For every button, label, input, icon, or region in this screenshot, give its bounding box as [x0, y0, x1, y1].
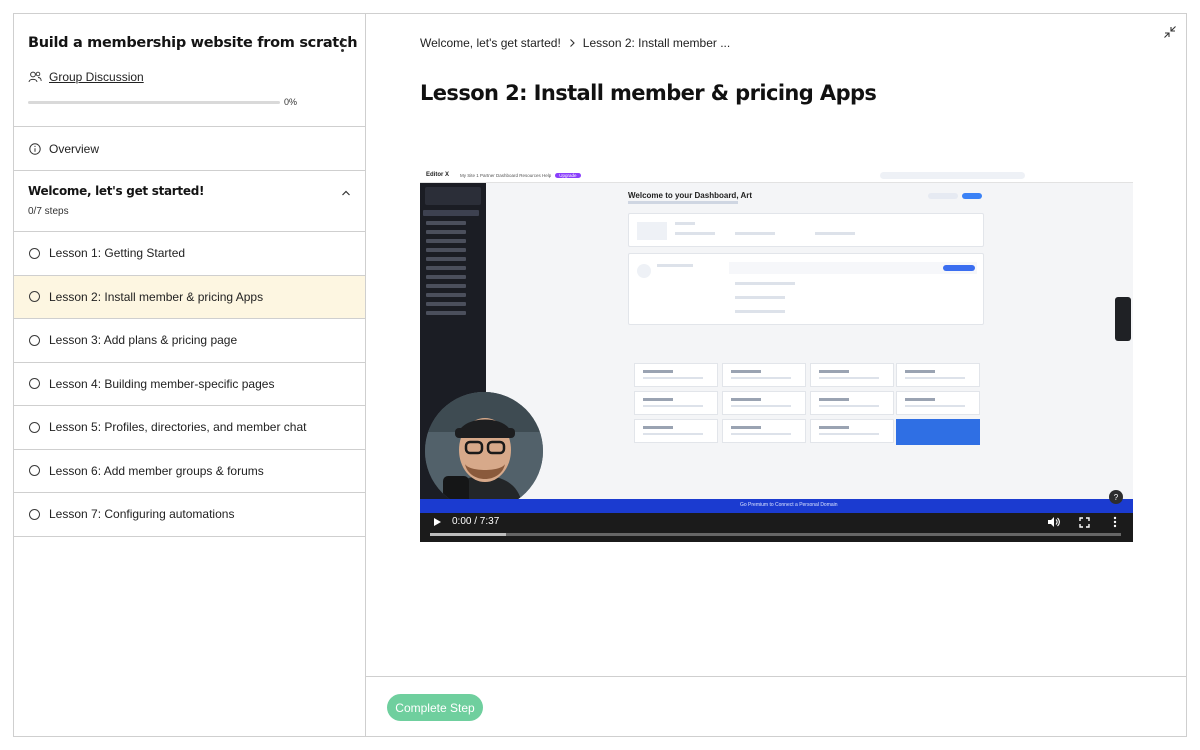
video-editor-menu: My Site 1 Partner Dashboard Resources He…: [460, 173, 581, 178]
lesson-title: Lesson 2: Install member & pricing Apps: [420, 81, 877, 105]
lesson-item-7[interactable]: Lesson 7: Configuring automations: [14, 493, 365, 537]
chevron-right-icon: [569, 39, 575, 47]
lesson-item-2[interactable]: Lesson 2: Install member & pricing Apps: [14, 275, 365, 319]
course-progress-bar: [28, 101, 280, 104]
incomplete-circle-icon: [29, 465, 40, 477]
fullscreen-icon[interactable]: [1079, 517, 1090, 528]
lesson-item-1[interactable]: Lesson 1: Getting Started: [14, 232, 365, 276]
chevron-up-icon[interactable]: [341, 189, 351, 197]
incomplete-circle-icon: [29, 378, 40, 390]
group-discussion-label: Group Discussion: [49, 70, 144, 84]
incomplete-circle-icon: [29, 291, 40, 303]
course-sidebar: Build a membership website from scratch …: [14, 14, 366, 736]
lesson-label: Lesson 4: Building member-specific pages: [49, 376, 275, 391]
lesson-label: Lesson 1: Getting Started: [49, 246, 186, 261]
video-progress-bar[interactable]: [430, 533, 1121, 536]
lesson-item-6[interactable]: Lesson 6: Add member groups & forums: [14, 450, 365, 493]
lesson-list: Lesson 1: Getting Started Lesson 2: Inst…: [14, 232, 365, 537]
section-header[interactable]: Welcome, let's get started! 0/7 steps: [14, 171, 365, 232]
lesson-item-4[interactable]: Lesson 4: Building member-specific pages: [14, 363, 365, 406]
video-time: 0:00 / 7:37: [452, 516, 500, 527]
incomplete-circle-icon: [29, 334, 40, 346]
section-steps-count: 0/7 steps: [28, 206, 69, 217]
incomplete-circle-icon: [29, 421, 40, 433]
group-discussion-link[interactable]: Group Discussion: [28, 70, 144, 84]
course-title: Build a membership website from scratch: [28, 35, 358, 51]
lesson-label: Lesson 3: Add plans & pricing page: [49, 333, 238, 348]
video-screen-buttons: [928, 193, 982, 199]
group-icon: [28, 71, 42, 83]
video-player[interactable]: Editor X My Site 1 Partner Dashboard Res…: [420, 169, 1133, 542]
video-tools-grid: [628, 345, 984, 455]
video-controls: Go Premium to Connect a Personal Domain …: [420, 490, 1133, 542]
lesson-label: Lesson 6: Add member groups & forums: [49, 463, 264, 478]
lesson-label: Lesson 7: Configuring automations: [49, 507, 235, 522]
video-editor-brand: Editor X: [426, 172, 450, 178]
complete-step-button[interactable]: Complete Step: [387, 694, 483, 721]
app-frame: Build a membership website from scratch …: [13, 13, 1187, 737]
video-editor-search: [880, 172, 1025, 179]
video-screen-title: Welcome to your Dashboard, Art: [628, 191, 753, 200]
section-title: Welcome, let's get started!: [28, 184, 205, 198]
video-editor-menu-text: My Site 1 Partner Dashboard Resources He…: [460, 173, 552, 178]
breadcrumb-current: Lesson 2: Install member ...: [582, 36, 731, 50]
overview-item[interactable]: Overview: [14, 127, 365, 171]
course-header: Build a membership website from scratch …: [14, 14, 365, 127]
more-options-icon[interactable]: [334, 36, 350, 54]
incomplete-circle-icon: [29, 247, 40, 259]
video-premium-text: Go Premium to Connect a Personal Domain: [740, 502, 838, 508]
video-side-tab: [1115, 297, 1131, 341]
collapse-icon[interactable]: [1163, 25, 1177, 39]
video-premium-banner: Go Premium to Connect a Personal Domain: [420, 499, 1133, 513]
video-site-card: [628, 213, 984, 247]
video-help-icon[interactable]: ?: [1109, 490, 1123, 504]
lesson-item-5[interactable]: Lesson 5: Profiles, directories, and mem…: [14, 406, 365, 450]
video-screen-subtitle-bar: [628, 201, 738, 204]
volume-icon[interactable]: [1047, 516, 1060, 528]
lesson-label: Lesson 5: Profiles, directories, and mem…: [49, 420, 307, 435]
video-frame: Editor X My Site 1 Partner Dashboard Res…: [420, 169, 1133, 510]
presenter-webcam: [425, 392, 543, 510]
course-progress-percent: 0%: [284, 97, 298, 107]
video-setup-panel: [628, 253, 984, 325]
video-more-icon[interactable]: [1112, 516, 1118, 528]
breadcrumb: Welcome, let's get started! Lesson 2: In…: [420, 36, 730, 50]
video-editor-upgrade: Upgrade: [555, 173, 581, 178]
lesson-label: Lesson 2: Install member & pricing Apps: [49, 289, 264, 304]
play-icon[interactable]: [432, 517, 442, 527]
video-buffer-fill: [430, 533, 506, 536]
lesson-content: Welcome, let's get started! Lesson 2: In…: [366, 14, 1186, 736]
info-icon: [29, 142, 41, 155]
incomplete-circle-icon: [29, 508, 40, 520]
breadcrumb-section-link[interactable]: Welcome, let's get started!: [420, 36, 561, 50]
lesson-item-3[interactable]: Lesson 3: Add plans & pricing page: [14, 319, 365, 363]
video-editor-topbar: Editor X My Site 1 Partner Dashboard Res…: [420, 169, 1133, 183]
lesson-footer: Complete Step: [366, 676, 1186, 736]
overview-label: Overview: [49, 141, 100, 156]
